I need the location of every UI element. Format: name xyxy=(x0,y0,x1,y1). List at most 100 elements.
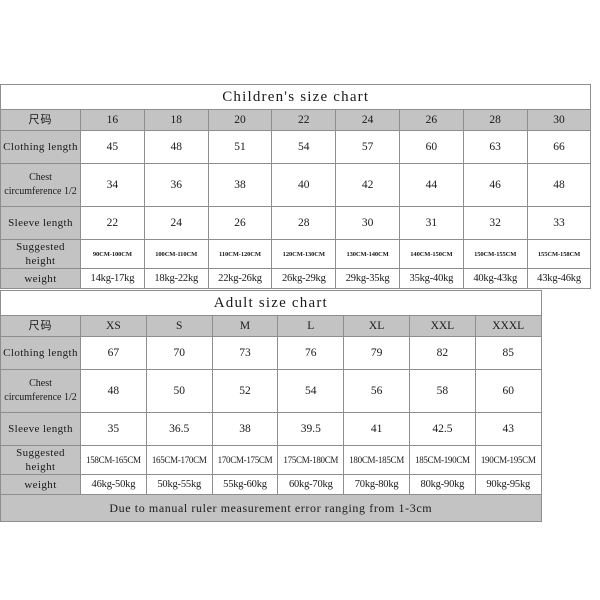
children-size-22: 22 xyxy=(271,109,337,131)
cell: 35 xyxy=(80,412,147,446)
row-label-clothing-length: Clothing length xyxy=(0,336,81,370)
cell: 40 xyxy=(271,163,337,207)
cell: 48 xyxy=(526,163,592,207)
cell: 42 xyxy=(335,163,400,207)
cell: 43kg-46kg xyxy=(526,268,592,289)
cell: 41 xyxy=(343,412,410,446)
cell: 40kg-43kg xyxy=(462,268,528,289)
cell: 26kg-29kg xyxy=(271,268,337,289)
cell: 51 xyxy=(207,130,273,164)
cell: 54 xyxy=(277,369,345,413)
cell: 56 xyxy=(343,369,410,413)
cell: 46 xyxy=(462,163,528,207)
cell: 33 xyxy=(526,206,592,240)
children-size-26: 26 xyxy=(398,109,464,131)
cell: 190CM-195CM xyxy=(474,445,542,475)
adult-row-sleeve-length: Sleeve length 35 36.5 38 39.5 41 42.5 43 xyxy=(0,412,542,446)
cell: 50kg-55kg xyxy=(145,474,213,495)
adult-size-xxl: XXL xyxy=(408,315,476,337)
cell: 170CM-175CM xyxy=(211,445,279,475)
cell: 32 xyxy=(462,206,528,240)
cell: 30 xyxy=(335,206,400,240)
cell: 54 xyxy=(271,130,337,164)
cell: 60 xyxy=(398,130,464,164)
cell: 85 xyxy=(474,336,542,370)
cell: 50 xyxy=(145,369,213,413)
cell: 90kg-95kg xyxy=(474,474,542,495)
children-size-16: 16 xyxy=(80,109,145,131)
adult-row-suggested-height: Suggested height 158CM-165CM 165CM-170CM… xyxy=(0,445,542,475)
adult-size-table: Adult size chart 尺码 XS S M L XL XXL XXXL… xyxy=(0,290,542,522)
cell: 14kg-17kg xyxy=(80,268,145,289)
cell: 38 xyxy=(211,412,279,446)
cell: 67 xyxy=(80,336,147,370)
cell: 36.5 xyxy=(145,412,213,446)
children-size-18: 18 xyxy=(143,109,209,131)
cell: 52 xyxy=(211,369,279,413)
children-size-chart: Children's size chart 尺码 16 18 20 22 24 … xyxy=(0,84,592,289)
cell: 110CM-120CM xyxy=(207,239,273,269)
children-size-header-row: 尺码 16 18 20 22 24 26 28 30 xyxy=(0,109,592,131)
children-size-label: 尺码 xyxy=(0,109,81,131)
cell: 48 xyxy=(80,369,147,413)
cell: 63 xyxy=(462,130,528,164)
cell: 90CM-100CM xyxy=(80,239,145,269)
cell: 70 xyxy=(145,336,213,370)
row-label-weight: weight xyxy=(0,268,81,289)
cell: 24 xyxy=(143,206,209,240)
cell: 180CM-185CM xyxy=(343,445,410,475)
cell: 34 xyxy=(80,163,145,207)
children-row-sleeve-length: Sleeve length 22 24 26 28 30 31 32 33 xyxy=(0,206,592,240)
measurement-note: Due to manual ruler measurement error ra… xyxy=(0,494,542,522)
cell: 185CM-190CM xyxy=(408,445,476,475)
cell: 70kg-80kg xyxy=(343,474,410,495)
cell: 57 xyxy=(335,130,400,164)
row-label-suggested-height: Suggested height xyxy=(0,239,81,269)
row-label-weight: weight xyxy=(0,474,81,495)
row-label-chest-circumference: Chest circumference 1/2 xyxy=(0,163,81,207)
adult-chart-title: Adult size chart xyxy=(0,290,542,316)
cell: 45 xyxy=(80,130,145,164)
cell: 39.5 xyxy=(277,412,345,446)
row-label-chest-circumference: Chest circumference 1/2 xyxy=(0,369,81,413)
cell: 60 xyxy=(474,369,542,413)
cell: 43 xyxy=(474,412,542,446)
adult-size-label: 尺码 xyxy=(0,315,81,337)
adult-size-s: S xyxy=(145,315,213,337)
cell: 22kg-26kg xyxy=(207,268,273,289)
row-label-suggested-height: Suggested height xyxy=(0,445,81,475)
cell: 38 xyxy=(207,163,273,207)
cell: 58 xyxy=(408,369,476,413)
children-row-suggested-height: Suggested height 90CM-100CM 100CM-110CM … xyxy=(0,239,592,269)
cell: 79 xyxy=(343,336,410,370)
children-size-30: 30 xyxy=(526,109,592,131)
children-row-clothing-length: Clothing length 45 48 51 54 57 60 63 66 xyxy=(0,130,592,164)
cell: 76 xyxy=(277,336,345,370)
adult-size-xxxl: XXXL xyxy=(474,315,542,337)
children-size-20: 20 xyxy=(207,109,273,131)
row-label-sleeve-length: Sleeve length xyxy=(0,206,81,240)
cell: 155CM-158CM xyxy=(526,239,592,269)
adult-size-xl: XL xyxy=(343,315,410,337)
children-row-chest-circumference: Chest circumference 1/2 34 36 38 40 42 4… xyxy=(0,163,592,207)
cell: 140CM-150CM xyxy=(398,239,464,269)
measurement-note-row: Due to manual ruler measurement error ra… xyxy=(0,494,542,522)
adult-chart-title-row: Adult size chart xyxy=(0,290,542,316)
cell: 150CM-155CM xyxy=(462,239,528,269)
children-row-weight: weight 14kg-17kg 18kg-22kg 22kg-26kg 26k… xyxy=(0,268,592,289)
cell: 82 xyxy=(408,336,476,370)
cell: 100CM-110CM xyxy=(143,239,209,269)
cell: 158CM-165CM xyxy=(80,445,147,475)
cell: 26 xyxy=(207,206,273,240)
children-size-28: 28 xyxy=(462,109,528,131)
cell: 130CM-140CM xyxy=(335,239,400,269)
children-chart-title-row: Children's size chart xyxy=(0,84,592,110)
cell: 46kg-50kg xyxy=(80,474,147,495)
adult-size-chart: Adult size chart 尺码 XS S M L XL XXL XXXL… xyxy=(0,290,542,522)
adult-size-m: M xyxy=(211,315,279,337)
cell: 31 xyxy=(398,206,464,240)
children-chart-title: Children's size chart xyxy=(0,84,592,110)
cell: 42.5 xyxy=(408,412,476,446)
cell: 60kg-70kg xyxy=(277,474,345,495)
cell: 18kg-22kg xyxy=(143,268,209,289)
